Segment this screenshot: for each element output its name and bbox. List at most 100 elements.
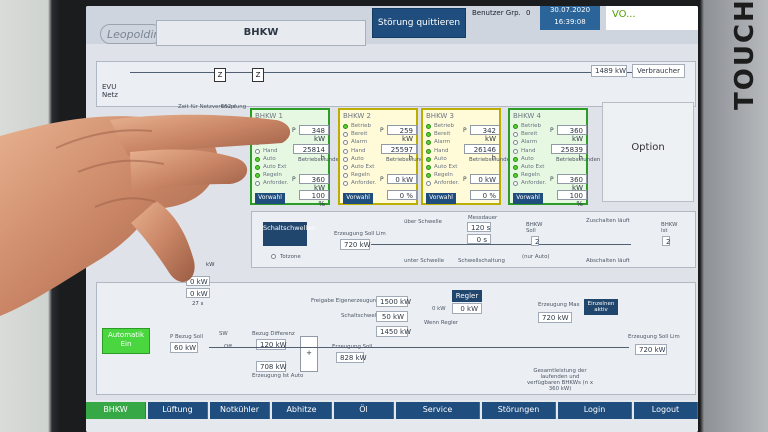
status-label: Alarm <box>351 139 368 146</box>
status-label: Betrieb <box>351 123 371 129</box>
difference-threshold-value: 1450 kW <box>376 326 411 337</box>
status-label: Auto Ext <box>263 164 287 170</box>
nav-item[interactable]: Login <box>558 402 632 419</box>
status-label: Auto Ext <box>521 164 545 170</box>
evu-grid-label: EVU Netz <box>102 83 118 99</box>
nav-item[interactable]: Logout <box>634 402 698 419</box>
status-indicator <box>255 165 260 170</box>
status-indicator <box>255 124 260 129</box>
grid-time-value: 652 s <box>221 104 236 110</box>
status-indicator <box>343 173 348 179</box>
status-label: Hand <box>434 147 449 154</box>
single-active-button[interactable]: Einzelnen aktiv <box>584 299 618 315</box>
status-indicator <box>255 156 260 162</box>
mode-button[interactable]: Vorwahl <box>513 193 543 204</box>
status-indicator <box>343 124 348 129</box>
summing-block: + <box>300 336 318 372</box>
status-label: Betrieb <box>434 123 454 129</box>
option-button[interactable]: Option <box>602 102 694 202</box>
status-label: Auto Ext <box>434 164 458 170</box>
status-label: Auto Ext <box>351 164 375 170</box>
hours-value: 25814 h <box>293 144 329 162</box>
nav-item[interactable]: Service <box>396 402 480 419</box>
brand-logo: VO... <box>606 6 698 30</box>
nav-item[interactable]: Notkühler <box>210 402 270 419</box>
setpoint-power-value: 360 kW <box>299 174 329 192</box>
status-indicator <box>513 181 518 187</box>
setpoint-generation-value: 828 kW <box>336 352 367 363</box>
max-generation-value: 720 kW <box>538 312 572 323</box>
status-indicator <box>426 173 431 179</box>
status-indicator <box>513 156 518 162</box>
nav-item[interactable]: Abhitze <box>272 402 332 419</box>
power-label: P <box>463 127 467 134</box>
status-indicator <box>426 140 431 146</box>
status-label: Alarm <box>434 139 451 146</box>
nav-item[interactable]: Störungen <box>482 402 556 419</box>
limited-setpoint-value: 720 kW <box>635 344 667 355</box>
status-label: Hand <box>521 147 536 154</box>
photo-scene: TOUCH Leopoldina BHKW Störung quittieren… <box>0 0 768 432</box>
switch-z1[interactable]: Z <box>214 68 226 82</box>
controller-condition-label: Wenn Regler <box>424 320 459 326</box>
setpoint-value: 60 kW <box>170 342 198 353</box>
difference-label: Bezug Differenz <box>252 331 295 337</box>
status-label: Bereit <box>434 131 451 138</box>
mode-button[interactable]: Vorwahl <box>343 193 373 204</box>
nav-item[interactable]: Öl <box>334 402 394 419</box>
status-indicator <box>343 132 348 138</box>
power-value: 259 kW <box>387 125 417 143</box>
limited-setpoint-label: Erzeugung Soll Lim <box>628 334 680 340</box>
status-label: Auto <box>351 155 364 162</box>
setpoint-power-label: P <box>463 176 467 183</box>
bhkw-actual-label: BHKW Ist <box>661 222 678 234</box>
mode-button[interactable]: Vorwahl <box>255 193 285 204</box>
touch-label: TOUCH <box>730 0 760 110</box>
status-indicator <box>513 132 518 138</box>
status-indicator <box>426 148 431 154</box>
switching-threshold-label: Schaltschwelle <box>341 313 381 319</box>
actual-auto-label: Erzeugung Ist Auto <box>252 373 304 379</box>
status-indicator <box>426 165 431 170</box>
status-label: Auto <box>263 155 276 162</box>
page-title: BHKW <box>156 20 366 46</box>
quit-fault-button[interactable]: Störung quittieren <box>372 8 466 38</box>
nav-item[interactable]: BHKW <box>86 402 146 419</box>
plant-title: BHKW 1 <box>255 112 284 120</box>
status-indicator <box>513 148 518 154</box>
switch-z2[interactable]: Z <box>252 68 264 82</box>
status-indicator <box>513 165 518 170</box>
bhkw-setpoint-value: 2 <box>531 236 539 246</box>
measurement-label: Messdauer <box>468 215 498 221</box>
deadband-label: Totzone <box>280 254 301 260</box>
setpoint-power-value: 360 kW <box>557 174 587 192</box>
deadband-radio[interactable] <box>271 254 276 259</box>
measurement-timer: 0 s <box>467 234 491 244</box>
hours-value: 25597 h <box>381 144 417 162</box>
threshold-switch-label: Schwellschaltung <box>458 258 505 264</box>
switch-off-running-label: Abschalten läuft <box>586 258 630 264</box>
side-kw-label: kW <box>206 262 215 268</box>
plant-title: BHKW 2 <box>343 112 372 120</box>
automatic-button[interactable]: Automatik Ein <box>102 328 150 354</box>
controller-button[interactable]: Regler <box>452 290 482 302</box>
status-label: Auto <box>434 155 447 162</box>
hours-label: Betriebsstunden <box>298 157 343 163</box>
hmi-screen: Leopoldina BHKW Störung quittieren Benut… <box>86 6 698 432</box>
status-label: Alarm <box>263 139 280 146</box>
setpoint-power-value: 0 kW <box>387 174 417 184</box>
status-label: Regeln <box>351 172 370 179</box>
setpoint-percent-value: 0 % <box>387 190 417 200</box>
zero-kw-label: 0 kW <box>432 306 446 312</box>
setpoint-power-label: P <box>550 176 554 183</box>
status-indicator <box>343 156 348 162</box>
status-label: Bereit <box>521 131 538 138</box>
mode-button[interactable]: Vorwahl <box>426 193 456 204</box>
power-value: 348 kW <box>299 125 329 143</box>
power-label: P <box>292 127 296 134</box>
threshold-button[interactable]: Schaltschwellen <box>263 222 315 246</box>
setpoint-percent-value: 100 % <box>299 190 329 208</box>
nav-item[interactable]: Lüftung <box>148 402 208 419</box>
consumer-power: 1489 kW <box>591 65 627 77</box>
status-label: Anforder. <box>351 180 377 187</box>
